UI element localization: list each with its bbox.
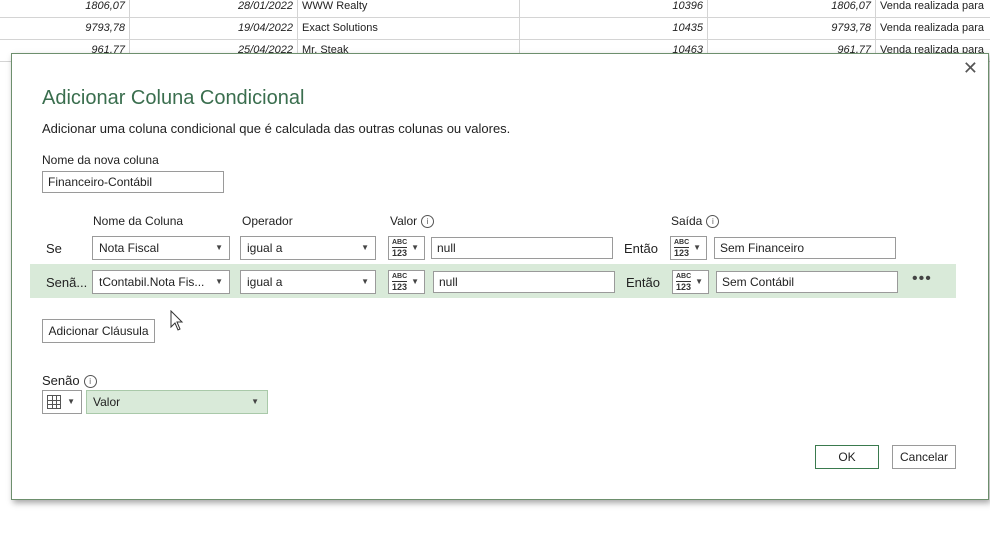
chevron-down-icon: ▼	[361, 243, 369, 252]
header-output: Saída i	[671, 214, 720, 229]
ok-button[interactable]: OK	[815, 445, 879, 469]
then-label: Então	[624, 241, 658, 256]
type-123-icon: 123	[392, 247, 408, 258]
type-abc-icon: ABC	[674, 239, 690, 246]
chevron-down-icon: ▼	[411, 277, 419, 286]
chevron-down-icon: ▼	[215, 243, 223, 252]
clause-value-input[interactable]: null	[433, 271, 615, 293]
cell-client: WWW Realty	[298, 0, 520, 17]
clause-prefix: Senã...	[46, 275, 88, 290]
conditional-column-dialog: ✕ Adicionar Coluna Condicional Adicionar…	[11, 53, 989, 500]
header-value: Valor i	[390, 214, 435, 229]
mouse-cursor-icon	[170, 310, 184, 331]
type-123-icon: 123	[392, 281, 408, 292]
cell-invoice: 10396	[520, 0, 708, 17]
add-clause-button[interactable]: Adicionar Cláusula	[42, 319, 155, 343]
clause-output-input[interactable]: Sem Financeiro	[714, 237, 896, 259]
output-type-button[interactable]: ABC 123 ▼	[672, 270, 709, 294]
chevron-down-icon: ▼	[215, 277, 223, 286]
new-column-label: Nome da nova coluna	[42, 153, 159, 167]
info-icon[interactable]: i	[83, 375, 97, 389]
clause-column-dropdown[interactable]: Nota Fiscal ▼	[92, 236, 230, 260]
cell-client: Exact Solutions	[298, 17, 520, 39]
else-type-button[interactable]: ▼	[42, 390, 82, 414]
cell-amount: 9793,78	[0, 17, 130, 39]
value-type-button[interactable]: ABC 123 ▼	[388, 236, 425, 260]
type-123-icon: 123	[674, 247, 690, 258]
chevron-down-icon: ▼	[251, 397, 259, 406]
chevron-down-icon: ▼	[67, 397, 75, 406]
clause-operator-dropdown[interactable]: igual a ▼	[240, 236, 376, 260]
header-column-name: Nome da Coluna	[93, 214, 184, 228]
dialog-title: Adicionar Coluna Condicional	[42, 87, 305, 109]
else-value-dropdown[interactable]: Valor ▼	[86, 390, 268, 414]
dialog-description: Adicionar uma coluna condicional que é c…	[42, 121, 511, 136]
cell-amount: 1806,07	[0, 0, 130, 17]
cell-date: 28/01/2022	[130, 0, 298, 17]
clause-value-input[interactable]: null	[431, 237, 613, 259]
type-abc-icon: ABC	[676, 273, 692, 280]
info-icon[interactable]: i	[421, 215, 435, 229]
cell-amount-2: 9793,78	[708, 17, 876, 39]
cell-amount-2: 1806,07	[708, 0, 876, 17]
info-icon[interactable]: i	[706, 215, 720, 229]
type-123-icon: 123	[676, 281, 692, 292]
table-icon	[47, 395, 61, 409]
chevron-down-icon: ▼	[361, 277, 369, 286]
close-icon[interactable]: ✕	[963, 58, 978, 78]
then-label: Então	[626, 275, 660, 290]
cell-invoice: 10435	[520, 17, 708, 39]
table-row: 9793,78 19/04/2022 Exact Solutions 10435…	[0, 17, 990, 40]
cell-description: Venda realizada para	[880, 22, 984, 34]
chevron-down-icon: ▼	[693, 243, 701, 252]
clause-operator-dropdown[interactable]: igual a ▼	[240, 270, 376, 294]
clause-output-input[interactable]: Sem Contábil	[716, 271, 898, 293]
type-abc-icon: ABC	[392, 273, 408, 280]
clause-prefix: Se	[46, 241, 62, 256]
clause-column-dropdown[interactable]: tContabil.Nota Fis... ▼	[92, 270, 230, 294]
new-column-name-input[interactable]: Financeiro-Contábil	[42, 171, 224, 193]
chevron-down-icon: ▼	[411, 243, 419, 252]
else-label: Senão i	[42, 373, 97, 389]
more-options-icon[interactable]: •••	[912, 270, 932, 288]
chevron-down-icon: ▼	[695, 277, 703, 286]
value-type-button[interactable]: ABC 123 ▼	[388, 270, 425, 294]
output-type-button[interactable]: ABC 123 ▼	[670, 236, 707, 260]
cell-date: 19/04/2022	[130, 17, 298, 39]
cancel-button[interactable]: Cancelar	[892, 445, 956, 469]
cell-description: Venda realizada para	[880, 0, 984, 12]
type-abc-icon: ABC	[392, 239, 408, 246]
table-row: 1806,07 28/01/2022 WWW Realty 10396 1806…	[0, 0, 990, 18]
header-operator: Operador	[242, 214, 293, 228]
